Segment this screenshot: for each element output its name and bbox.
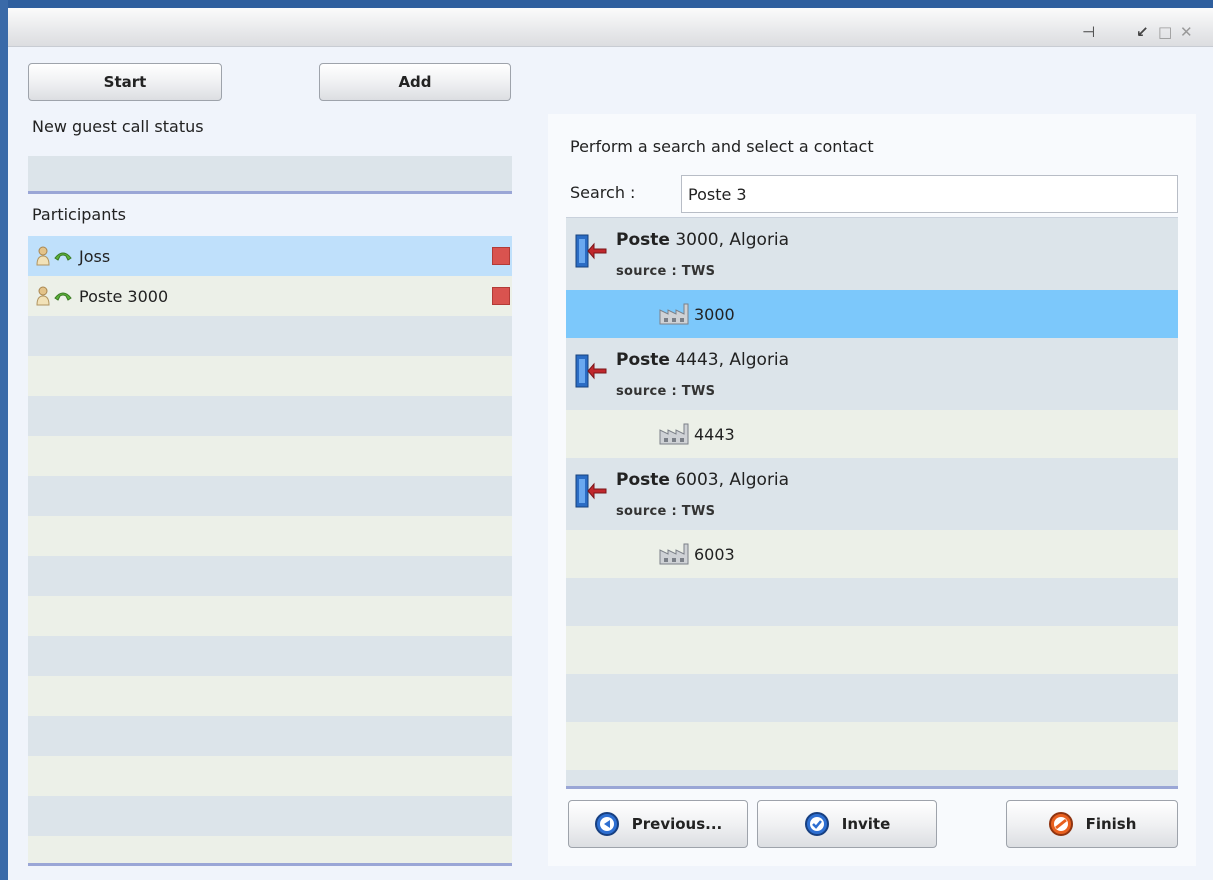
participant-name: Joss: [79, 246, 111, 266]
contact-door-icon: [575, 354, 607, 388]
previous-button[interactable]: Previous...: [568, 800, 748, 848]
empty-row: [28, 316, 512, 356]
empty-row: [28, 716, 512, 756]
restore-icon[interactable]: ↙: [1136, 22, 1149, 42]
empty-row: [28, 356, 512, 396]
empty-row: [566, 722, 1178, 770]
add-button[interactable]: Add: [319, 63, 511, 101]
pin-icon[interactable]: ⊣: [1082, 22, 1095, 42]
result-contact[interactable]: Poste 6003, Algoria source : TWS: [566, 458, 1178, 530]
result-title: Poste 4443, Algoria: [616, 350, 790, 370]
contact-door-icon: [575, 474, 607, 508]
factory-icon: [659, 303, 689, 325]
start-button[interactable]: Start: [28, 63, 222, 101]
result-number: 4443: [694, 424, 735, 444]
window-frame-top: [0, 0, 1213, 8]
empty-row: [28, 556, 512, 596]
participant-name: Poste 3000: [79, 286, 169, 306]
empty-row: [28, 516, 512, 556]
user-icon: [36, 286, 50, 306]
close-icon[interactable]: ✕: [1180, 22, 1193, 42]
empty-row: [28, 756, 512, 796]
result-contact[interactable]: Poste 4443, Algoria source : TWS: [566, 338, 1178, 410]
result-number-row[interactable]: 3000: [566, 290, 1178, 338]
finish-button[interactable]: Finish: [1006, 800, 1178, 848]
stop-icon[interactable]: [492, 287, 510, 305]
search-input[interactable]: [681, 175, 1178, 213]
call-status-field: [28, 156, 512, 194]
empty-row: [566, 674, 1178, 722]
search-instruction: Perform a search and select a contact: [570, 137, 874, 156]
previous-icon: [594, 812, 619, 836]
invite-icon: [804, 812, 829, 836]
list-item[interactable]: Poste 3000: [28, 276, 512, 316]
result-number: 3000: [694, 304, 735, 324]
search-results-list[interactable]: Poste 3000, Algoria source : TWS 3000 Po…: [566, 217, 1178, 789]
empty-row: [28, 676, 512, 716]
empty-row: [566, 770, 1178, 786]
maximize-icon[interactable]: □: [1158, 22, 1172, 42]
empty-row: [28, 476, 512, 516]
status-label: New guest call status: [32, 117, 204, 136]
factory-icon: [659, 543, 689, 565]
empty-row: [28, 436, 512, 476]
window-frame-left: [0, 0, 8, 880]
empty-row: [28, 396, 512, 436]
contact-door-icon: [575, 234, 607, 268]
result-title: Poste 6003, Algoria: [616, 470, 790, 490]
phone-icon: [54, 292, 72, 301]
stop-icon[interactable]: [492, 247, 510, 265]
empty-row: [28, 596, 512, 636]
factory-icon: [659, 423, 689, 445]
search-label: Search :: [570, 183, 636, 202]
result-number-row[interactable]: 6003: [566, 530, 1178, 578]
invite-button[interactable]: Invite: [757, 800, 937, 848]
result-source: source : TWS: [616, 504, 716, 519]
title-bar[interactable]: ⊣ ↙ □ ✕: [8, 8, 1213, 47]
empty-row: [28, 636, 512, 676]
result-number: 6003: [694, 544, 735, 564]
result-number-row[interactable]: 4443: [566, 410, 1178, 458]
finish-icon: [1048, 812, 1073, 836]
participants-label: Participants: [32, 205, 126, 224]
result-source: source : TWS: [616, 264, 716, 279]
phone-icon: [54, 252, 72, 261]
result-source: source : TWS: [616, 384, 716, 399]
user-icon: [36, 246, 50, 266]
empty-row: [28, 796, 512, 836]
empty-row: [566, 626, 1178, 674]
result-title: Poste 3000, Algoria: [616, 230, 790, 250]
list-item[interactable]: Joss: [28, 236, 512, 276]
empty-row: [28, 836, 512, 863]
participants-list[interactable]: Joss Poste 3000: [28, 236, 512, 866]
wizard-content: Start Add New guest call status Particip…: [8, 47, 1213, 880]
result-contact[interactable]: Poste 3000, Algoria source : TWS: [566, 218, 1178, 290]
empty-row: [566, 578, 1178, 626]
